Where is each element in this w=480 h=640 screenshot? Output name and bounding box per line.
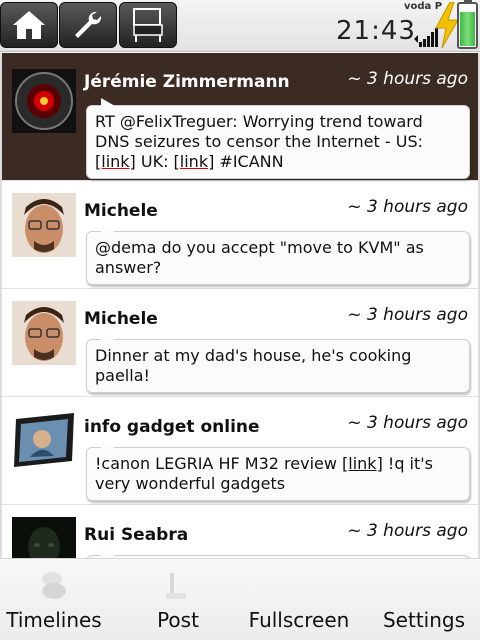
tweet-text: @dema do you accept "move to KVM" as ans… xyxy=(95,238,424,277)
chair-button[interactable] xyxy=(119,2,177,48)
timelines-button[interactable]: Timelines xyxy=(0,559,108,640)
tweet-bubble: @dema do you accept "move to KVM" as ans… xyxy=(86,224,470,285)
tweet-time: ~ 3 hours ago xyxy=(347,521,468,541)
chair-icon xyxy=(133,8,163,42)
tweet-item[interactable]: Jérémie Zimmermann ~ 3 hours ago RT @Fel… xyxy=(2,53,478,181)
settings-label: Settings xyxy=(382,608,466,632)
tweet-item[interactable]: Michele ~ 3 hours ago Dinner at my dad's… xyxy=(2,289,478,397)
home-icon xyxy=(13,11,45,39)
tweet-item[interactable]: Michele ~ 3 hours ago @dema do you accep… xyxy=(2,181,478,289)
tweet-author[interactable]: info gadget online xyxy=(84,417,260,437)
tools-button[interactable] xyxy=(59,2,117,48)
tweet-text: #ICANN xyxy=(214,152,284,171)
tweet-text: RT @FelixTreguer: Worrying trend toward … xyxy=(95,112,423,151)
tweet-link[interactable]: [link] xyxy=(95,152,136,171)
fullscreen-label: Fullscreen xyxy=(248,608,350,632)
tweet-author[interactable]: Rui Seabra xyxy=(84,525,188,545)
hal-9000-avatar xyxy=(12,69,76,133)
tweet-time: ~ 3 hours ago xyxy=(347,69,468,89)
tweet-bubble: !canon LEGRIA HF M32 review [link] !q it… xyxy=(86,440,470,501)
tweet-item[interactable]: info gadget online ~ 3 hours ago !canon … xyxy=(2,397,478,505)
dark-face-avatar xyxy=(12,517,76,558)
timelines-label: Timelines xyxy=(6,608,102,632)
tweet-author[interactable]: Michele xyxy=(84,201,158,221)
man-glasses-avatar xyxy=(12,301,76,365)
pen-icon xyxy=(166,573,186,599)
tweet-time: ~ 3 hours ago xyxy=(347,305,468,325)
man-glasses-avatar xyxy=(12,193,76,257)
tweet-author[interactable]: Jérémie Zimmermann xyxy=(84,72,290,92)
fullscreen-button[interactable]: Fullscreen xyxy=(240,559,358,640)
tweet-link[interactable]: [link] xyxy=(342,454,383,473)
home-button[interactable] xyxy=(0,2,58,48)
battery-indicator xyxy=(457,0,478,49)
tweet-time: ~ 3 hours ago xyxy=(347,197,468,217)
status-bar: voda P 21:43 xyxy=(0,0,480,52)
tweet-time: ~ 3 hours ago xyxy=(347,413,468,433)
tweet-link[interactable]: [link] xyxy=(174,152,215,171)
clock: 21:43 xyxy=(336,16,416,46)
post-button[interactable]: Post xyxy=(124,559,232,640)
battery-fill xyxy=(460,11,475,46)
timeline-list[interactable]: Jérémie Zimmermann ~ 3 hours ago RT @Fel… xyxy=(0,53,480,558)
settings-button[interactable]: Settings xyxy=(372,559,476,640)
tablet-avatar xyxy=(12,409,76,473)
tweet-bubble: RT @FelixTreguer: Worrying trend toward … xyxy=(86,98,470,179)
tweet-author[interactable]: Michele xyxy=(84,309,158,329)
tweet-item[interactable]: Rui Seabra ~ 3 hours ago xyxy=(2,505,478,558)
chat-bubbles-icon xyxy=(42,572,66,599)
tweet-bubble: Dinner at my dad's house, he's cooking p… xyxy=(86,332,470,393)
tweet-text: !canon LEGRIA HF M32 review xyxy=(95,454,343,473)
tweet-text: UK: xyxy=(135,152,174,171)
wrench-icon xyxy=(75,11,102,38)
bottom-toolbar: Timelines Post Fullscreen Settings xyxy=(0,558,480,640)
post-label: Post xyxy=(157,608,199,632)
tweet-text: Dinner at my dad's house, he's cooking p… xyxy=(95,346,412,385)
